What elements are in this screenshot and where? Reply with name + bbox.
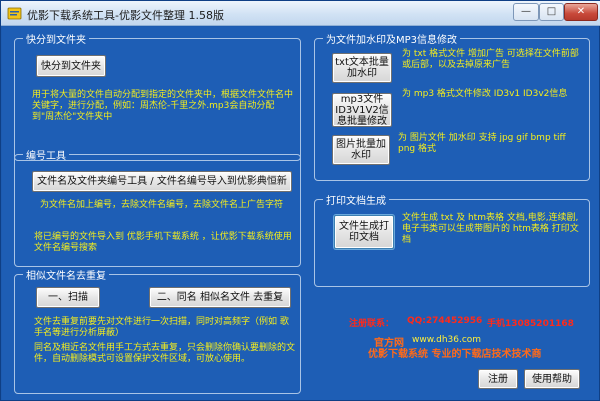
minimize-button[interactable]: —	[513, 3, 539, 21]
numbering-desc-2: 将已编号的文件导入到 优影手机下载系统 ，让优影下载系统使用文件名编号搜索	[34, 232, 292, 253]
contact-phone: 手机13085201168	[487, 319, 574, 329]
numbering-legend: 编号工具	[26, 151, 66, 162]
numbering-tool-button[interactable]: 文件名及文件夹编号工具 / 文件名编号导入到优影典恒新	[32, 171, 292, 192]
image-watermark-desc: 为 图片文件 加水印 支持 jpg gif bmp tiff png 格式	[398, 133, 566, 154]
move-to-folder-button[interactable]: 快分到文件夹	[36, 55, 106, 77]
contact-qq: QQ:274452956	[407, 316, 483, 326]
dedup-desc-1: 文件去重复前要先对文件进行一次扫描，同时对高频字（例如 歌手名等进行分析屏蔽）	[34, 317, 289, 338]
window-title: 优影下载系统工具-优影文件整理 1.58版	[27, 9, 224, 22]
txt-watermark-desc: 为 txt 格式文件 增加广告 可选择在文件前部或后部，以及去掉原来广告	[402, 49, 579, 70]
watermark-legend: 为文件加水印及MP3信息修改	[326, 35, 458, 46]
main-panel: 快分到文件夹 快分到文件夹 用于将大量的文件自动分配到指定的文件夹中，根据文件文…	[2, 27, 599, 400]
dedup-desc-2: 同名及相近名文件用手工方式去重复，只会删除你确认要删除的文件，自动删除模式可设置…	[34, 343, 296, 364]
scan-button[interactable]: 一、扫描	[36, 287, 100, 308]
title-bar[interactable]: 优影下载系统工具-优影文件整理 1.58版 — □ ✕	[1, 1, 600, 26]
numbering-desc-1: 为文件名加上编号，去除文件名编号，去除文件名上广告字符	[40, 200, 284, 210]
app-icon	[7, 7, 22, 20]
txt-watermark-button[interactable]: txt文本批量加水印	[332, 53, 392, 83]
move-to-folder-legend: 快分到文件夹	[26, 35, 86, 46]
footer-slogan: 优影下载系统 专业的下载店技术技术商	[368, 349, 542, 360]
mp3-id3-desc: 为 mp3 格式文件修改 ID3v1 ID3v2信息	[402, 89, 568, 99]
print-doc-button[interactable]: 文件生成打印文档	[334, 215, 394, 249]
print-doc-desc: 文件生成 txt 及 htm表格 文档,电影,连续剧,电子书类可以生成带图片的 …	[402, 213, 579, 245]
app-window: 优影下载系统工具-优影文件整理 1.58版 — □ ✕ 快分到文件夹 快分到文件…	[0, 0, 600, 401]
move-to-folder-desc: 用于将大量的文件自动分配到指定的文件夹中，根据文件文件名中关键字，进行分配，例如…	[32, 90, 294, 122]
image-watermark-button[interactable]: 图片批量加水印	[332, 135, 390, 165]
dedup-legend: 相似文件名去重复	[26, 271, 106, 282]
print-doc-legend: 打印文档生成	[326, 196, 386, 207]
maximize-button[interactable]: □	[539, 3, 564, 21]
contact-label: 注册联系：	[349, 319, 395, 329]
help-button[interactable]: 使用帮助	[524, 369, 580, 389]
close-button[interactable]: ✕	[564, 3, 598, 21]
dedup-button[interactable]: 二、同名 相似名文件 去重复	[149, 287, 291, 308]
site-url: www.dh36.com	[412, 335, 482, 345]
mp3-id3-button[interactable]: mp3文件ID3V1V2信息批量修改	[332, 93, 392, 127]
register-button[interactable]: 注册	[478, 369, 518, 389]
